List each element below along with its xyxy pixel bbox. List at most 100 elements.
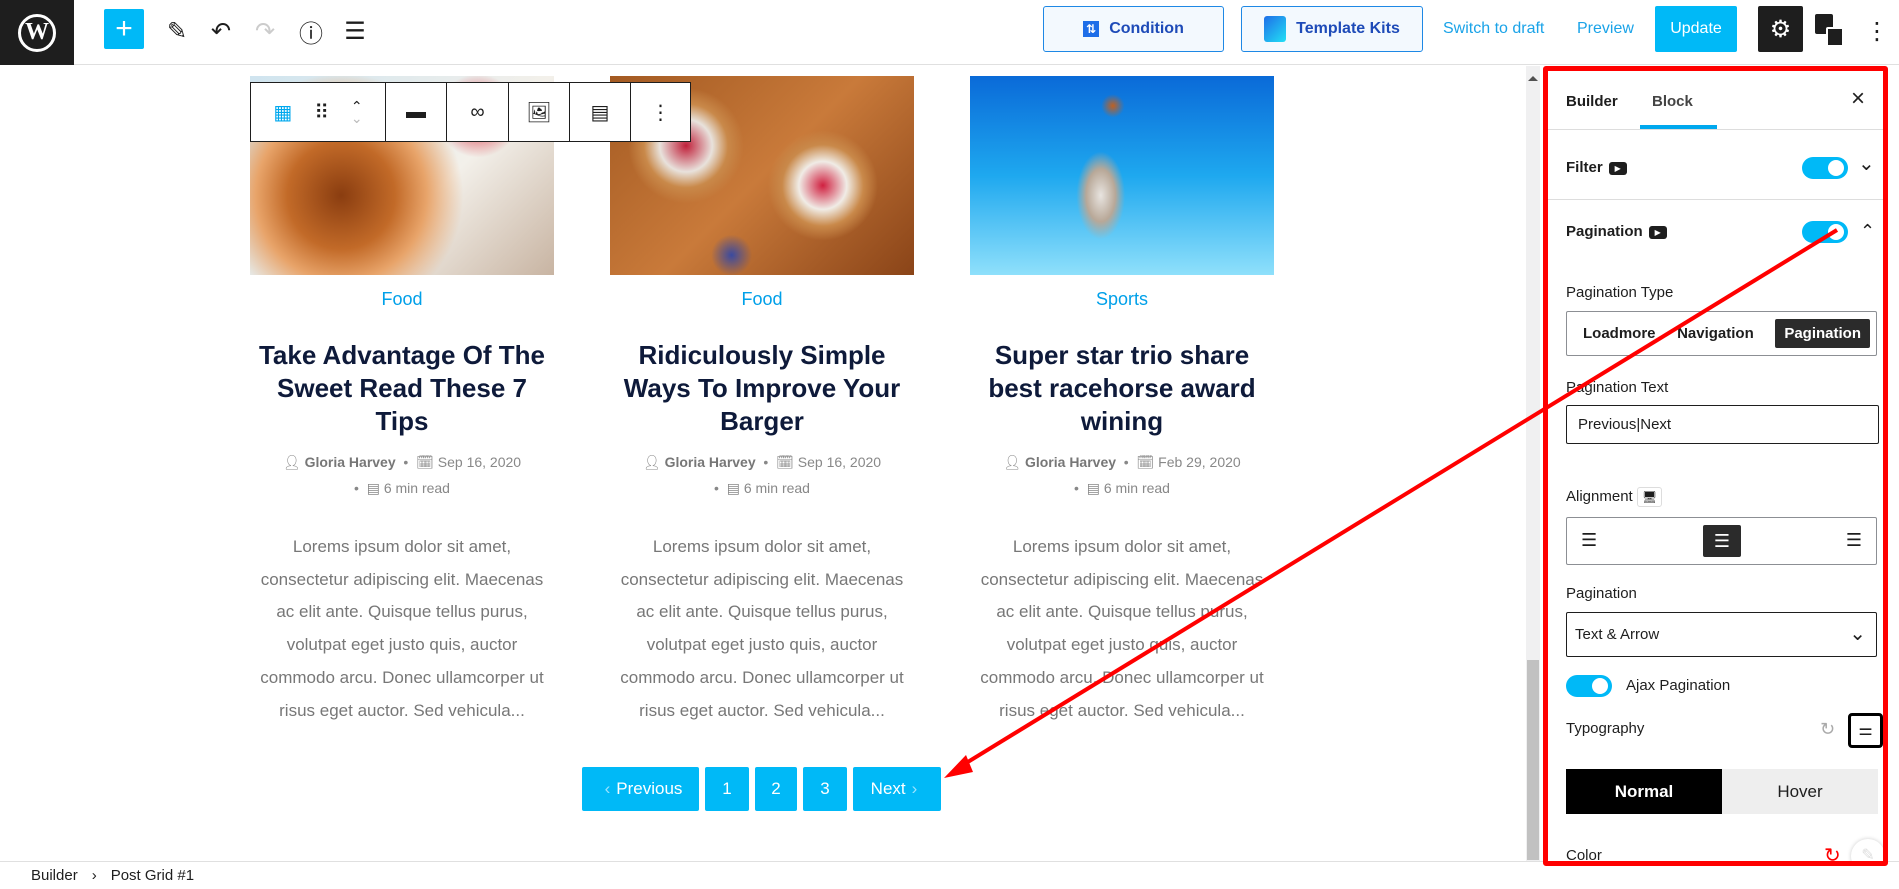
- post-category[interactable]: Food: [250, 289, 554, 319]
- desktop-device-icon[interactable]: 🖥︎: [1636, 487, 1663, 507]
- pagination-page-2[interactable]: 2: [755, 767, 797, 811]
- post-title[interactable]: Take Advantage Of The Sweet Read These 7…: [250, 339, 554, 439]
- pagination-page-3[interactable]: 3: [803, 767, 847, 811]
- edit-pencil-icon[interactable]: ✎: [160, 14, 194, 48]
- post-category[interactable]: Sports: [970, 289, 1274, 319]
- chevron-down-icon: ⌄: [1849, 623, 1866, 645]
- read-time-icon: ▤: [1086, 480, 1100, 496]
- calendar-icon: 🗓︎: [776, 454, 794, 470]
- pagination-type-selector: Loadmore Navigation Pagination: [1566, 311, 1877, 356]
- switch-to-draft-link[interactable]: Switch to draft: [1443, 20, 1544, 38]
- reset-color-icon[interactable]: ↻: [1824, 843, 1841, 861]
- post-image[interactable]: [970, 76, 1274, 275]
- reset-icon[interactable]: ↻: [1820, 719, 1835, 740]
- post-excerpt: Lorems ipsum dolor sit amet, consectetur…: [980, 537, 1264, 720]
- state-tab-normal[interactable]: Normal: [1566, 769, 1722, 814]
- more-block-options-icon[interactable]: ⋮: [631, 83, 690, 141]
- tab-builder[interactable]: Builder: [1566, 93, 1618, 110]
- align-left-icon[interactable]: ☰: [1581, 530, 1597, 551]
- alignment-label: Alignment 🖥︎: [1566, 487, 1663, 507]
- breadcrumb-current[interactable]: Post Grid #1: [111, 867, 194, 884]
- redo-icon[interactable]: ↷: [248, 14, 282, 48]
- align-right-icon[interactable]: ☰: [1846, 530, 1862, 551]
- link-icon[interactable]: ∞: [447, 83, 509, 141]
- post-card: Food Ridiculously Simple Ways To Improve…: [610, 76, 914, 727]
- pagination-toggle[interactable]: [1802, 221, 1848, 243]
- drag-handle-icon[interactable]: ⠿: [314, 100, 329, 125]
- calendar-icon: 🗓︎: [416, 454, 434, 470]
- video-tutorial-icon[interactable]: ▶: [1648, 225, 1667, 239]
- pagination-type-label: Pagination Type: [1566, 284, 1674, 301]
- pagination-page-1[interactable]: 1: [705, 767, 749, 811]
- type-loadmore[interactable]: Loadmore: [1583, 325, 1656, 342]
- post-meta: 👤︎ Gloria Harvey • 🗓︎ Feb 29, 2020 • ▤ 6 …: [1003, 454, 1241, 496]
- undo-icon[interactable]: ↶: [204, 14, 238, 48]
- template-kits-button[interactable]: Template Kits: [1241, 6, 1423, 52]
- calendar-icon: 🗓︎: [1136, 454, 1155, 470]
- author-icon: 👤︎: [282, 454, 301, 470]
- info-icon[interactable]: ⓘ: [294, 14, 328, 48]
- color-picker-icon[interactable]: ✎: [1851, 839, 1883, 861]
- post-meta: 👤︎ Gloria Harvey • 🗓︎ Sep 16, 2020 • ▤ 6 …: [282, 454, 522, 496]
- chevron-left-icon: ‹: [604, 779, 611, 798]
- chevron-up-icon[interactable]: ⌃: [1860, 221, 1875, 242]
- wordpress-logo[interactable]: W: [0, 0, 74, 65]
- pagination-text-label: Pagination Text: [1566, 379, 1669, 396]
- alignment-selector: ☰ ☰ ☰: [1566, 517, 1877, 565]
- layout-icon[interactable]: ▤: [570, 83, 631, 141]
- video-tutorial-icon[interactable]: ▶: [1608, 161, 1627, 175]
- pagination-style-label: Pagination: [1566, 585, 1637, 602]
- divider: [1548, 129, 1883, 130]
- close-icon[interactable]: ×: [1851, 85, 1865, 113]
- condition-button[interactable]: ⇅ Condition: [1043, 6, 1224, 52]
- settings-panel: Builder Block × Filter ▶ ⌄ Pagination ▶ ⌃ …: [1543, 66, 1888, 866]
- move-up-down-icon[interactable]: ⌃ ⌄: [351, 99, 363, 125]
- update-button[interactable]: Update: [1655, 6, 1737, 52]
- chevron-right-icon: ›: [91, 867, 97, 884]
- preview-link[interactable]: Preview: [1577, 20, 1634, 38]
- pagination-next[interactable]: Next ›: [853, 767, 941, 811]
- post-grid-block-icon[interactable]: ▦: [273, 100, 292, 125]
- post-card: Food Take Advantage Of The Sweet Read Th…: [250, 76, 554, 727]
- more-options-icon[interactable]: ⋮: [1860, 14, 1894, 48]
- post-excerpt: Lorems ipsum dolor sit amet, consectetur…: [620, 537, 904, 720]
- color-label: Color: [1566, 847, 1602, 864]
- type-navigation[interactable]: Navigation: [1677, 325, 1754, 342]
- post-title[interactable]: Ridiculously Simple Ways To Improve Your…: [610, 339, 914, 439]
- pagination-previous[interactable]: ‹ Previous: [582, 767, 699, 811]
- type-pagination[interactable]: Pagination: [1775, 319, 1870, 348]
- post-category[interactable]: Food: [610, 289, 914, 319]
- breadcrumb-builder[interactable]: Builder: [31, 867, 78, 884]
- align-icon[interactable]: ▬: [386, 83, 447, 141]
- list-view-icon[interactable]: ☰: [338, 14, 372, 48]
- ajax-pagination-label: Ajax Pagination: [1626, 677, 1731, 694]
- post-title[interactable]: Super star trio share best racehorse awa…: [970, 339, 1274, 439]
- filter-label[interactable]: Filter ▶: [1566, 159, 1627, 176]
- pagination-section-label[interactable]: Pagination ▶: [1566, 223, 1667, 240]
- read-time-icon: ▤: [366, 480, 380, 496]
- filter-toggle[interactable]: [1802, 157, 1848, 179]
- state-tab-hover[interactable]: Hover: [1722, 769, 1878, 814]
- add-block-button[interactable]: +: [104, 9, 144, 49]
- post-excerpt: Lorems ipsum dolor sit amet, consectetur…: [260, 537, 544, 720]
- tab-block[interactable]: Block: [1652, 93, 1693, 110]
- author-icon: 👤︎: [642, 454, 661, 470]
- scrollbar-thumb[interactable]: [1527, 660, 1539, 860]
- typography-label: Typography: [1566, 720, 1645, 737]
- divider: [1548, 199, 1883, 200]
- author-icon: 👤︎: [1003, 454, 1022, 470]
- typography-settings-icon[interactable]: ⚌: [1848, 713, 1883, 748]
- ajax-pagination-toggle[interactable]: [1566, 675, 1612, 697]
- blocks-panel-icon[interactable]: [1815, 14, 1845, 48]
- top-toolbar: W + ✎ ↶ ↷ ⓘ ☰ ⇅ Condition Template Kits S…: [0, 0, 1899, 65]
- condition-icon: ⇅: [1083, 21, 1100, 37]
- read-time-icon: ▤: [726, 480, 740, 496]
- template-kits-icon: [1264, 16, 1287, 42]
- settings-gear-icon[interactable]: ⚙: [1758, 6, 1803, 52]
- pagination-text-input[interactable]: Previous|Next: [1566, 405, 1879, 444]
- gallery-icon[interactable]: 🖼︎: [509, 83, 570, 141]
- chevron-down-icon[interactable]: ⌄: [1858, 151, 1875, 176]
- pagination-style-select[interactable]: Text & Arrow ⌄: [1566, 612, 1877, 657]
- block-toolbar: ▦ ⠿ ⌃ ⌄ ▬ ∞ 🖼︎ ▤ ⋮: [250, 82, 691, 142]
- align-center-icon[interactable]: ☰: [1703, 525, 1741, 557]
